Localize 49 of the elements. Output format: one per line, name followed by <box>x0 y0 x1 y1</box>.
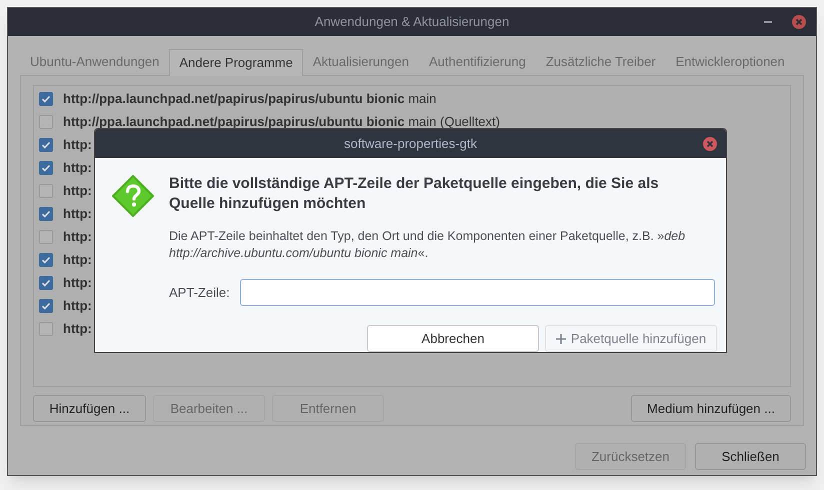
checkbox[interactable] <box>39 322 53 336</box>
window-title: Anwendungen & Aktualisierungen <box>314 13 510 32</box>
checkbox[interactable] <box>39 92 53 106</box>
button[interactable]: Schließen <box>695 443 806 470</box>
tab[interactable]: Ubuntu-Anwendungen <box>20 49 170 75</box>
tab[interactable]: Aktualisierungen <box>302 49 419 75</box>
source-line: http: <box>63 298 92 312</box>
check-icon <box>41 300 51 310</box>
field-label: APT-Zeile: <box>169 284 230 302</box>
source-line: http://ppa.launchpad.net/papirus/papirus/ubuntu bionic main <box>63 92 436 106</box>
source-line: http: <box>63 138 92 152</box>
source-line: http: <box>63 206 92 220</box>
checkbox[interactable] <box>39 276 53 290</box>
question-icon <box>112 175 154 217</box>
checkbox[interactable] <box>39 114 53 128</box>
checkbox[interactable] <box>39 230 53 244</box>
source-line: http: <box>63 230 92 244</box>
checkbox[interactable] <box>39 298 53 312</box>
source-line: http: <box>63 252 92 266</box>
source-line: http: <box>63 322 92 336</box>
checkbox[interactable] <box>39 184 53 198</box>
close-icon[interactable] <box>703 136 717 150</box>
check-icon <box>41 254 51 264</box>
dialog-heading: Bitte die vollständige APT-Zeile der Paketquelle eingeben, die Sie als Quelle hinzufügen möchten <box>169 174 660 214</box>
button[interactable]: Medium hinzufügen ... <box>631 395 791 422</box>
checkbox[interactable] <box>39 138 53 152</box>
checkbox[interactable] <box>39 206 53 220</box>
tab[interactable]: Andere Programme <box>169 49 303 76</box>
source-line: http: <box>63 184 92 198</box>
tab[interactable]: Zusätzliche Treiber <box>536 49 666 75</box>
checkbox[interactable] <box>39 160 53 174</box>
check-icon <box>41 162 51 172</box>
button[interactable]: Hinzufügen ... <box>33 395 146 422</box>
dialog-description: Die APT-Zeile beinhaltet den Typ, den Ort und die Komponenten einer Paketquelle, z.B. »deb http://archive.ubuntu.com/ubuntu bionic main«. <box>169 228 686 262</box>
check-icon <box>41 208 51 218</box>
checkbox[interactable] <box>39 252 53 266</box>
apt-line-field[interactable] <box>240 279 715 306</box>
tab[interactable]: Authentifizierung <box>418 49 536 75</box>
dialog-title: software-properties-gtk <box>343 134 478 153</box>
close-icon[interactable] <box>792 15 806 29</box>
source-line: http: <box>63 276 92 290</box>
plus-icon <box>556 334 566 344</box>
tab[interactable]: Entwickleroptionen <box>666 49 795 75</box>
button[interactable]: Abbrechen <box>367 325 539 352</box>
check-icon <box>41 140 51 150</box>
source-line: http://ppa.launchpad.net/papirus/papirus/ubuntu bionic main (Quelltext) <box>63 114 500 128</box>
source-line: http: <box>63 160 92 174</box>
check-icon <box>41 278 51 288</box>
check-icon <box>41 94 51 104</box>
